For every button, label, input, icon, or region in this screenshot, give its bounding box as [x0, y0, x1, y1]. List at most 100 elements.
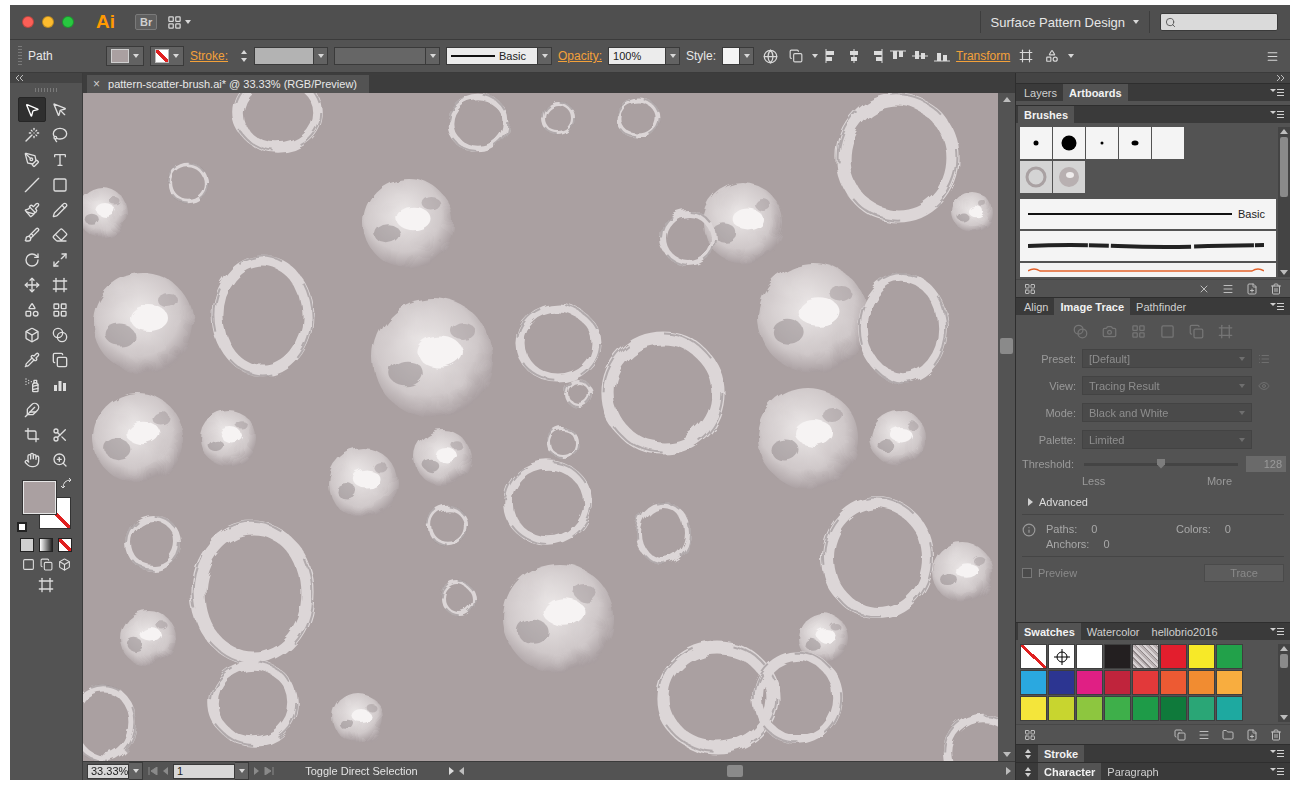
- tool-button[interactable]: [46, 347, 74, 372]
- panel-tab[interactable]: Character: [1038, 763, 1101, 780]
- brush-field[interactable]: Basic: [446, 47, 538, 65]
- tool-button[interactable]: [46, 422, 74, 447]
- tool-button[interactable]: [18, 97, 46, 122]
- panel-tab[interactable]: Artboards: [1063, 84, 1128, 101]
- swatch-library-icon[interactable]: [1024, 729, 1036, 741]
- align-icon[interactable]: [868, 49, 884, 63]
- scroll-thumb[interactable]: [1280, 137, 1288, 197]
- panel-tab[interactable]: Image Trace: [1054, 298, 1130, 315]
- tool-button[interactable]: [18, 422, 46, 447]
- arrange-button[interactable]: [1042, 46, 1062, 66]
- panel-menu-icon[interactable]: [1270, 767, 1284, 777]
- tool-button[interactable]: [46, 147, 74, 172]
- new-group-icon[interactable]: [1222, 729, 1234, 741]
- swatch[interactable]: [1160, 644, 1187, 669]
- control-menu-button[interactable]: [1262, 46, 1282, 66]
- none-mode-button[interactable]: [58, 538, 72, 552]
- new-swatch-icon[interactable]: [1246, 729, 1258, 741]
- opacity-field[interactable]: 100%: [608, 47, 666, 65]
- scroll-thumb[interactable]: [1280, 654, 1288, 668]
- close-button[interactable]: [22, 16, 34, 28]
- new-brush-icon[interactable]: [1246, 283, 1258, 295]
- delete-brush-icon[interactable]: [1270, 283, 1282, 295]
- grayscale-icon[interactable]: [1160, 324, 1175, 339]
- brush-thumb[interactable]: [1053, 161, 1085, 193]
- tool-button[interactable]: [18, 372, 46, 397]
- collapse-icon[interactable]: [14, 74, 24, 82]
- panel-tab[interactable]: Watercolor: [1081, 623, 1146, 640]
- first-artboard-icon[interactable]: [148, 767, 158, 775]
- swatch[interactable]: [1104, 644, 1131, 669]
- tool-button[interactable]: [18, 297, 46, 322]
- brush-item[interactable]: [1020, 263, 1276, 277]
- swatch[interactable]: [1020, 670, 1047, 695]
- swap-icon[interactable]: [61, 478, 73, 490]
- swatch[interactable]: [1216, 696, 1243, 721]
- artboard-dropdown[interactable]: [235, 762, 249, 780]
- tool-button[interactable]: [18, 172, 46, 197]
- outline-icon[interactable]: [1218, 324, 1233, 339]
- recolor-button[interactable]: [760, 46, 780, 66]
- expand-icon[interactable]: [1276, 74, 1286, 82]
- panel-tab[interactable]: Swatches: [1018, 623, 1081, 640]
- auto-color-icon[interactable]: [1073, 324, 1088, 339]
- delete-swatch-icon[interactable]: [1270, 729, 1282, 741]
- tool-button[interactable]: [46, 272, 74, 297]
- tool-button[interactable]: [46, 222, 74, 247]
- swatch[interactable]: [1048, 644, 1075, 669]
- brush-library-icon[interactable]: [1024, 283, 1036, 295]
- last-artboard-icon[interactable]: [264, 767, 274, 775]
- swatch[interactable]: [1132, 670, 1159, 695]
- draw-normal-icon[interactable]: [22, 558, 35, 571]
- options-icon[interactable]: [1222, 283, 1234, 295]
- align-icon[interactable]: [846, 49, 862, 63]
- swatch[interactable]: [1048, 670, 1075, 695]
- tool-button[interactable]: [46, 247, 74, 272]
- brush-item[interactable]: [1020, 231, 1276, 261]
- color-mode-button[interactable]: [20, 538, 34, 552]
- transform-label[interactable]: Transform: [956, 49, 1010, 63]
- tool-button[interactable]: [18, 197, 46, 222]
- swatch[interactable]: [1132, 644, 1159, 669]
- swatch[interactable]: [1104, 696, 1131, 721]
- document-tab[interactable]: ×pattern-scatter-brush.ai* @ 33.33% (RGB…: [87, 75, 369, 93]
- swatch[interactable]: [1188, 644, 1215, 669]
- panel-tab[interactable]: Paragraph: [1101, 763, 1164, 780]
- fill-box[interactable]: [23, 481, 56, 514]
- swatch[interactable]: [1076, 696, 1103, 721]
- swatch[interactable]: [1076, 670, 1103, 695]
- arrange-documents-button[interactable]: [167, 15, 191, 30]
- scroll-thumb[interactable]: [727, 765, 743, 777]
- swatch[interactable]: [1076, 644, 1103, 669]
- swatch[interactable]: [1188, 670, 1215, 695]
- style-swatch[interactable]: [722, 47, 740, 65]
- tool-button[interactable]: [18, 222, 46, 247]
- horizontal-scrollbar[interactable]: [459, 765, 1011, 777]
- scroll-thumb[interactable]: [1000, 338, 1013, 354]
- collapse-toggle[interactable]: [1018, 745, 1038, 762]
- opacity-dropdown[interactable]: [666, 47, 680, 65]
- advanced-toggle[interactable]: Advanced: [1022, 489, 1284, 515]
- swatch[interactable]: [1020, 644, 1047, 669]
- stroke-dropdown[interactable]: [150, 46, 184, 66]
- tool-button[interactable]: [46, 447, 74, 472]
- panel-tab[interactable]: Layers: [1018, 84, 1063, 101]
- brush-thumb[interactable]: [1020, 161, 1052, 193]
- screen-mode-icon[interactable]: [38, 577, 54, 593]
- tool-button[interactable]: [18, 122, 46, 147]
- panel-menu-icon[interactable]: [1270, 749, 1284, 759]
- vertical-scrollbar[interactable]: [998, 93, 1015, 761]
- stroke-weight-dropdown[interactable]: [314, 47, 328, 65]
- panel-tab[interactable]: Align: [1018, 298, 1054, 315]
- tool-button[interactable]: [46, 197, 74, 222]
- brush-thumb[interactable]: [1152, 127, 1184, 159]
- swatch[interactable]: [1132, 696, 1159, 721]
- stroke-weight-field[interactable]: [254, 47, 314, 65]
- tool-button[interactable]: [46, 297, 74, 322]
- swatch[interactable]: [1160, 670, 1187, 695]
- draw-inside-icon[interactable]: [58, 558, 71, 571]
- align-icon[interactable]: [890, 49, 906, 63]
- minimize-button[interactable]: [42, 16, 54, 28]
- collapse-icon[interactable]: [1024, 749, 1032, 759]
- draw-behind-icon[interactable]: [40, 558, 53, 571]
